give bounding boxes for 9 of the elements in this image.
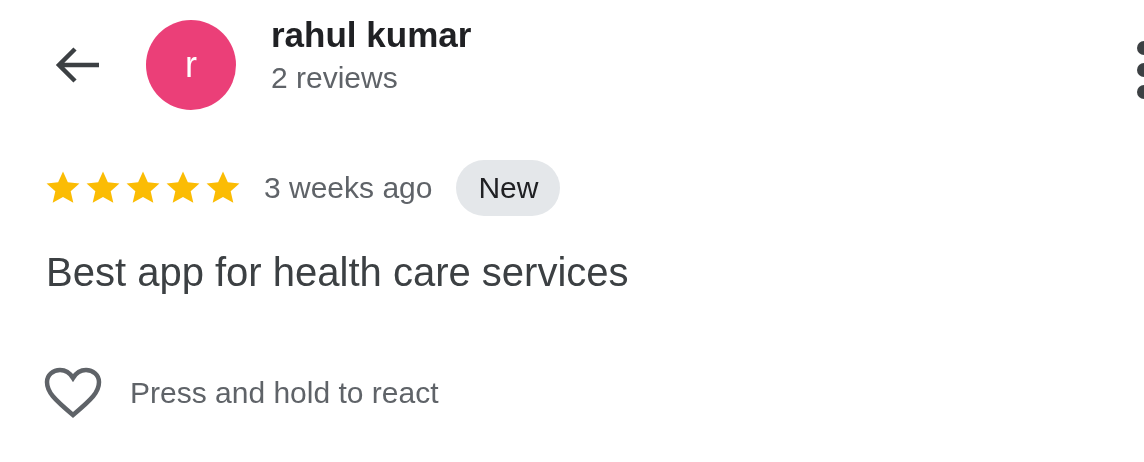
review-count: 2 reviews — [271, 61, 399, 95]
heart-icon[interactable] — [44, 367, 102, 419]
avatar[interactable]: r — [146, 20, 236, 110]
reviewer-name[interactable]: rahul kumar — [271, 15, 472, 55]
new-badge: New — [456, 160, 561, 216]
review-time: 3 weeks ago — [264, 171, 433, 205]
reaction-hint: Press and hold to react — [130, 376, 439, 410]
more-options-icon[interactable] — [1135, 40, 1144, 100]
review-text: Best app for health care services — [46, 250, 630, 295]
